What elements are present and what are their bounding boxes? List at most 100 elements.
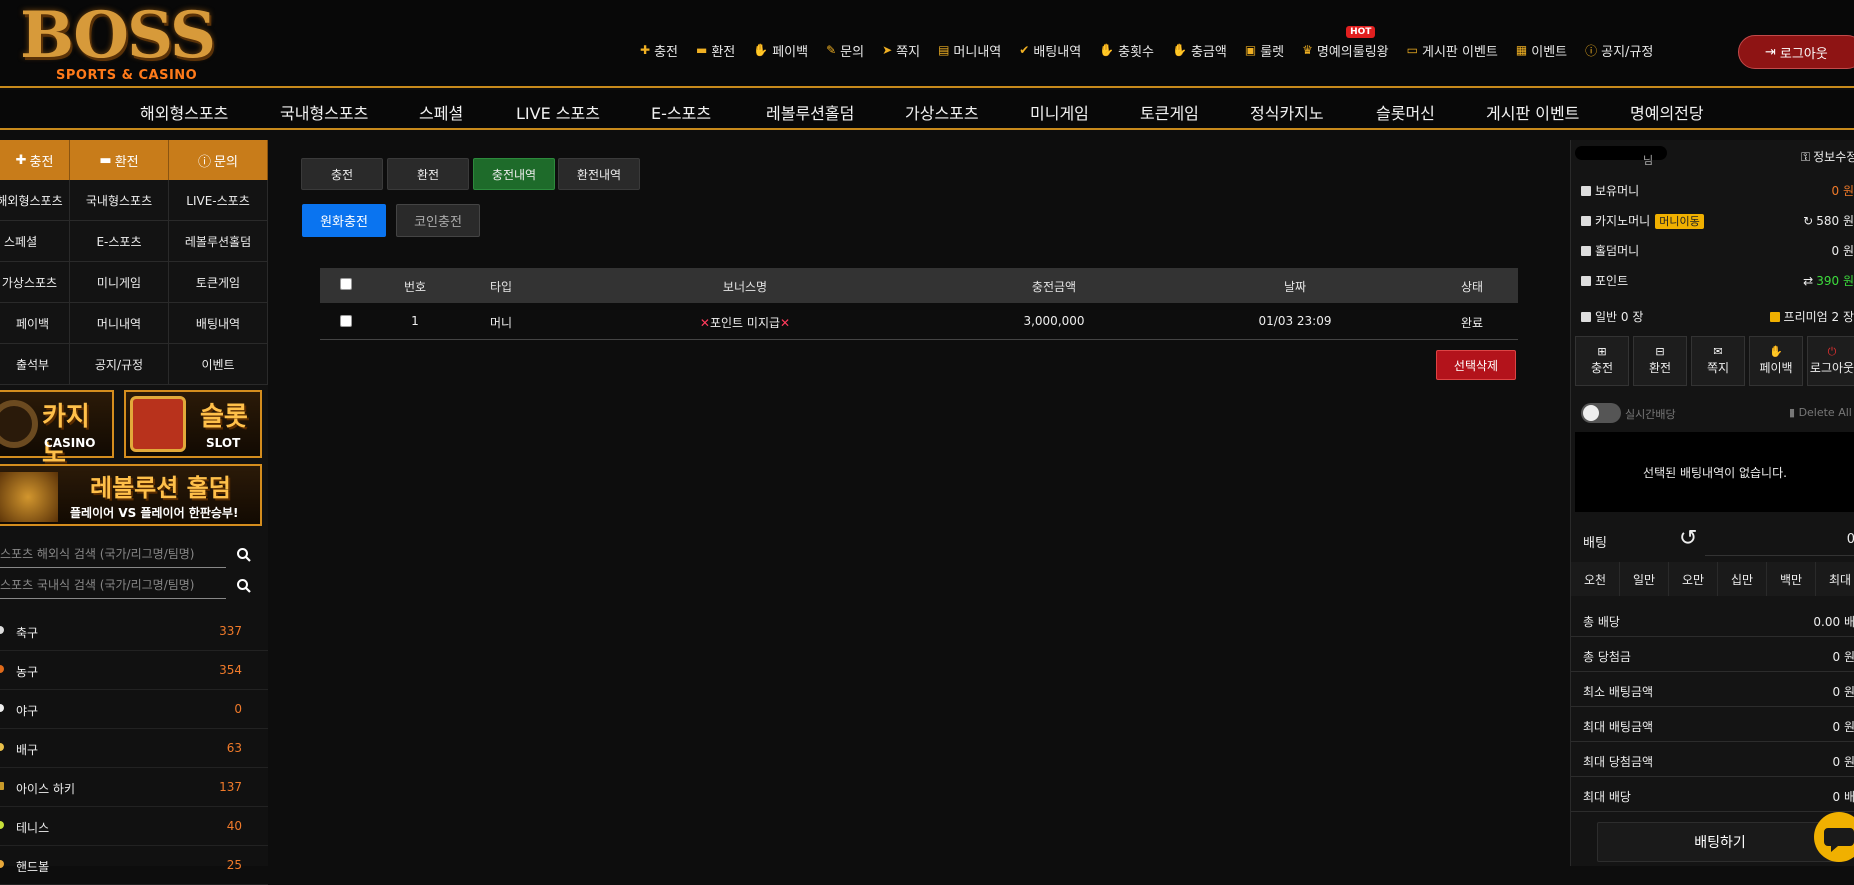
sport-item-tennis[interactable]: 테니스40 <box>0 807 268 846</box>
topnav-charge[interactable]: ✚충전 <box>640 41 678 60</box>
select-all-checkbox[interactable] <box>340 278 352 290</box>
mainnav-casino[interactable]: 정식카지노 <box>1250 100 1324 124</box>
slot-banner[interactable]: 슬롯 SLOT <box>124 390 262 458</box>
topnav-roulette[interactable]: ▣룰렛 <box>1245 41 1284 60</box>
mainnav-domestic-sports[interactable]: 국내형스포츠 <box>280 100 368 124</box>
delete-selected-button[interactable]: 선택삭제 <box>1436 350 1516 380</box>
gift-icon: ▣ <box>1245 43 1256 57</box>
quick-payback-button[interactable]: ✋페이백 <box>1749 336 1803 386</box>
overseas-search-input[interactable]: 스포츠 해외식 검색 (국가/리그명/팀명) <box>0 542 226 568</box>
mainnav-token-game[interactable]: 토큰게임 <box>1140 100 1199 124</box>
mainnav-slot[interactable]: 슬롯머신 <box>1376 100 1435 124</box>
mainnav-virtual-sports[interactable]: 가상스포츠 <box>905 100 979 124</box>
sidebar-item-bet-history[interactable]: 배팅내역 <box>169 303 268 344</box>
sport-name: 아이스 하키 <box>16 780 75 797</box>
mainnav-minigame[interactable]: 미니게임 <box>1030 100 1089 124</box>
sidebar-item-virtual[interactable]: 가상스포츠 <box>0 262 70 303</box>
topnav-inquiry[interactable]: ✎문의 <box>826 41 864 60</box>
balance-label: 보유머니 <box>1581 182 1639 199</box>
delete-all-button[interactable]: ▮ Delete All <box>1789 406 1852 419</box>
mainnav-esports[interactable]: E-스포츠 <box>651 100 711 124</box>
mainnav-overseas-sports[interactable]: 해외형스포츠 <box>140 100 228 124</box>
topnav-event[interactable]: ▦이벤트 <box>1516 41 1567 60</box>
paper-plane-icon: ➤ <box>882 43 892 57</box>
sport-item-icehockey[interactable]: 아이스 하키137 <box>0 768 268 807</box>
chat-icon[interactable] <box>1814 812 1854 862</box>
bet-label: 배팅 <box>1583 532 1607 551</box>
sidebar-item-overseas[interactable]: 해외형스포츠 <box>0 180 70 221</box>
sport-item-baseball[interactable]: 야구0 <box>0 690 268 729</box>
sidebar-exchange-button[interactable]: ▬환전 <box>70 140 169 180</box>
domestic-search-input[interactable]: 스포츠 국내식 검색 (국가/리그명/팀명) <box>0 573 226 599</box>
search-icon[interactable] <box>236 547 252 563</box>
info-edit-link[interactable]: ⚿정보수정 <box>1801 148 1854 165</box>
topnav-board-event[interactable]: ▭게시판 이벤트 <box>1407 41 1498 60</box>
topnav-notice[interactable]: ⓘ공지/규정 <box>1585 41 1653 60</box>
logout-button[interactable]: ⇥로그아웃 <box>1738 35 1854 69</box>
betslip-empty-text: 선택된 배팅내역이 없습니다. <box>1643 464 1787 481</box>
sidebar-item-attendance[interactable]: 출석부 <box>0 344 70 385</box>
sidebar-item-esports[interactable]: E-스포츠 <box>70 221 169 262</box>
envelope-icon: ✉ <box>1692 344 1744 360</box>
sidebar-inquiry-button[interactable]: ⓘ문의 <box>169 140 268 180</box>
quick-exchange-button[interactable]: ⊟환전 <box>1633 336 1687 386</box>
sport-item-soccer[interactable]: 축구337 <box>0 612 268 651</box>
mainnav-revolution-holdem[interactable]: 레볼루션홀덤 <box>766 100 854 124</box>
amount-10000-button[interactable]: 일만 <box>1620 562 1669 596</box>
topnav-charge-amount[interactable]: ✋충금액 <box>1172 41 1227 60</box>
sport-item-volleyball[interactable]: 배구63 <box>0 729 268 768</box>
refresh-icon[interactable]: ↻ <box>1803 214 1813 228</box>
table-row[interactable]: 1 머니 ✕포인트 미지급✕ 3,000,000 01/03 23:09 완료 <box>320 303 1518 340</box>
tab-exchange[interactable]: 환전 <box>387 158 469 190</box>
exchange-icon[interactable]: ⇄ <box>1803 274 1813 288</box>
topnav-honor-king[interactable]: HOT♛명예의룰링왕 <box>1302 41 1389 60</box>
quick-charge-button[interactable]: ⊞충전 <box>1575 336 1629 386</box>
sidebar-item-event[interactable]: 이벤트 <box>169 344 268 385</box>
sidebar-charge-button[interactable]: ✚충전 <box>0 140 70 180</box>
amount-50000-button[interactable]: 오만 <box>1669 562 1718 596</box>
tab-charge-history[interactable]: 충전내역 <box>473 158 555 190</box>
amount-5000-button[interactable]: 오천 <box>1571 562 1620 596</box>
amount-max-button[interactable]: 최대 <box>1816 562 1854 596</box>
topnav-message[interactable]: ➤쪽지 <box>882 41 920 60</box>
mainnav-special[interactable]: 스페셜 <box>419 100 463 124</box>
holdem-banner[interactable]: 레볼루션 홀덤 플레이어 VS 플레이어 한판승부! <box>0 464 262 526</box>
quick-message-button[interactable]: ✉쪽지 <box>1691 336 1745 386</box>
col-amount: 충전금액 <box>1032 278 1076 295</box>
col-bonus: 보너스명 <box>723 278 767 295</box>
logo[interactable]: BOSS SPORTS & CASINO <box>18 4 228 84</box>
row-checkbox[interactable] <box>340 315 352 327</box>
live-odds-toggle[interactable] <box>1581 403 1621 423</box>
topnav-payback[interactable]: ✋페이백 <box>753 41 808 60</box>
tab-charge[interactable]: 충전 <box>301 158 383 190</box>
subtab-krw-charge[interactable]: 원화충전 <box>302 204 386 237</box>
sport-item-basketball[interactable]: 농구354 <box>0 651 268 690</box>
sidebar-item-special[interactable]: 스페셜 <box>0 221 70 262</box>
sidebar-item-live[interactable]: LIVE-스포츠 <box>169 180 268 221</box>
sidebar-item-holdem[interactable]: 레볼루션홀덤 <box>169 221 268 262</box>
topnav-exchange[interactable]: ▬환전 <box>696 41 735 60</box>
reset-icon[interactable]: ↺ <box>1679 526 1697 551</box>
subtab-coin-charge[interactable]: 코인충전 <box>396 204 480 237</box>
sidebar-item-notice[interactable]: 공지/규정 <box>70 344 169 385</box>
amount-100000-button[interactable]: 십만 <box>1718 562 1767 596</box>
topnav-bet-history[interactable]: ✔배팅내역 <box>1019 41 1081 60</box>
mainnav-board-event[interactable]: 게시판 이벤트 <box>1486 100 1579 124</box>
mainnav-live-sports[interactable]: LIVE 스포츠 <box>516 100 600 124</box>
amount-1000000-button[interactable]: 백만 <box>1767 562 1816 596</box>
sidebar-item-domestic[interactable]: 국내형스포츠 <box>70 180 169 221</box>
sidebar-item-minigame[interactable]: 미니게임 <box>70 262 169 303</box>
sidebar-item-token[interactable]: 토큰게임 <box>169 262 268 303</box>
casino-banner[interactable]: 카지노 CASINO <box>0 390 114 458</box>
topnav-charge-count[interactable]: ✋충횟수 <box>1099 41 1154 60</box>
search-icon[interactable] <box>236 578 252 594</box>
money-move-button[interactable]: 머니이동 <box>1655 214 1703 229</box>
bet-amount-input[interactable]: 0 <box>1705 526 1854 556</box>
sidebar-item-payback[interactable]: 페이백 <box>0 303 70 344</box>
place-bet-button[interactable]: 배팅하기 <box>1597 822 1843 862</box>
tab-exchange-history[interactable]: 환전내역 <box>558 158 640 190</box>
mainnav-hall-of-fame[interactable]: 명예의전당 <box>1630 100 1704 124</box>
sidebar-item-money-history[interactable]: 머니내역 <box>70 303 169 344</box>
topnav-money-history[interactable]: ▤머니내역 <box>938 41 1001 60</box>
quick-logout-button[interactable]: ⏻로그아웃 <box>1807 336 1854 386</box>
